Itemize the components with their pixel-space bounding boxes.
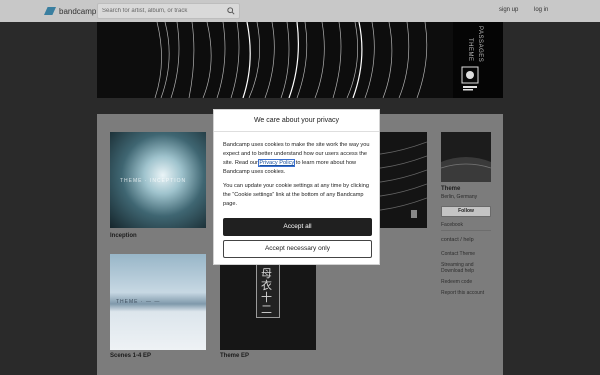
album-cover-caption: THEME · INCEPTION [120, 178, 187, 184]
album-card[interactable]: THEME · — — [110, 254, 206, 350]
privacy-consent-dialog: We care about your privacy Bandcamp uses… [213, 109, 380, 265]
album-cover-plaque: 母衣十二 [256, 264, 280, 318]
accept-all-button[interactable]: Accept all [223, 218, 372, 236]
bandcamp-logo-icon [44, 7, 56, 15]
dialog-paragraph-cookies: Bandcamp uses cookies to make the site w… [223, 141, 373, 177]
dialog-paragraph-settings: You can update your cookie settings at a… [223, 183, 369, 207]
log-in-link[interactable]: log in [534, 7, 548, 13]
artist-photo-graphic [441, 132, 491, 182]
artist-name: Theme [441, 186, 461, 192]
album-title[interactable]: Theme EP [220, 353, 249, 359]
album-title[interactable]: Inception [110, 233, 137, 239]
top-nav-bar: bandcamp sign up log in [0, 0, 600, 22]
search-box [97, 3, 240, 19]
report-account-link[interactable]: Report this account [441, 290, 484, 296]
artist-location: Berlin, Germany [441, 194, 478, 200]
album-cover[interactable]: THEME · — — [110, 254, 206, 350]
bandcamp-logo[interactable]: bandcamp [44, 5, 96, 17]
facebook-link[interactable]: Facebook [441, 222, 463, 228]
album-cover[interactable]: THEME · INCEPTION [110, 132, 206, 228]
accept-necessary-button[interactable]: Accept necessary only [223, 240, 372, 258]
label-logo-icon [461, 66, 479, 91]
header-vertical-subtitle: PASSAGES [477, 26, 483, 63]
sign-up-link[interactable]: sign up [499, 7, 518, 13]
album-cover-caption: 母衣十二 [261, 267, 272, 316]
sidebar-divider [441, 230, 491, 231]
artist-photo [441, 132, 491, 182]
album-card[interactable]: 母衣十二 [220, 254, 316, 350]
search-input[interactable] [102, 6, 226, 16]
logo-text: bandcamp [59, 6, 97, 16]
dialog-title: We care about your privacy [214, 110, 379, 132]
contact-artist-link[interactable]: Contact Theme [441, 251, 475, 257]
header-title-panel: THEME PASSAGES [453, 22, 503, 98]
follow-button[interactable]: Follow [441, 206, 491, 217]
album-cover-caption: THEME · — — [116, 299, 161, 305]
album-cover[interactable]: 母衣十二 [220, 254, 316, 350]
album-card[interactable]: THEME · INCEPTION [110, 132, 206, 228]
album-title[interactable]: Scenes 1-4 EP [110, 353, 151, 359]
header-streaks-graphic [154, 22, 428, 98]
redeem-code-link[interactable]: Redeem code [441, 279, 472, 285]
header-vertical-title: THEME [467, 38, 473, 62]
band-header-image: THEME PASSAGES [97, 22, 503, 98]
privacy-policy-link[interactable]: Privacy Policy [258, 159, 296, 167]
download-help-link[interactable]: Download help [441, 268, 474, 274]
search-icon[interactable] [227, 7, 235, 15]
contact-help-heading: contact / help [441, 237, 474, 243]
